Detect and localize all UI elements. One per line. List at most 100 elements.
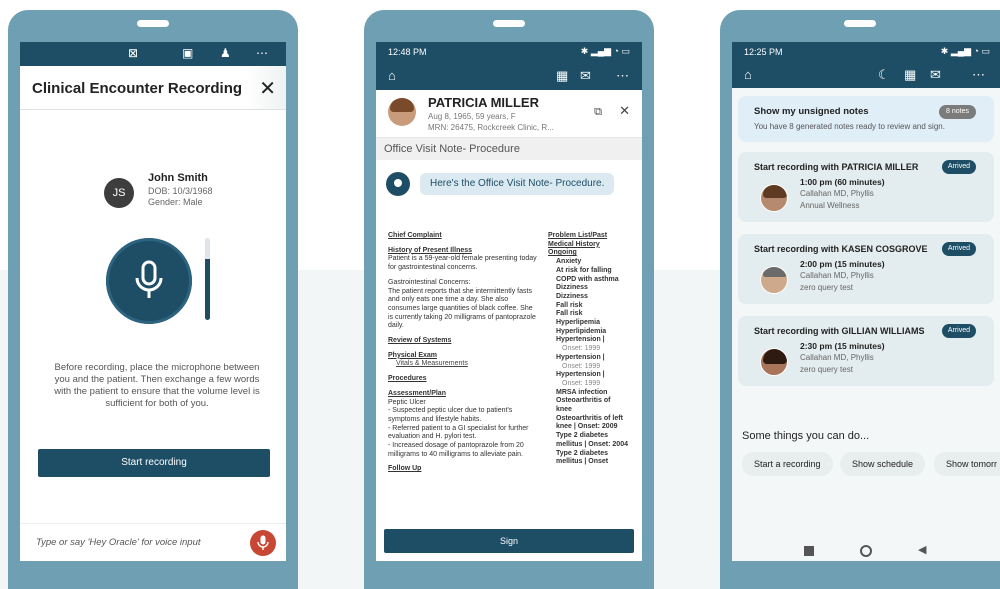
calendar-icon[interactable]: ▦ [556, 68, 568, 84]
copy-icon[interactable]: ⧉ [594, 106, 602, 119]
home-icon[interactable]: ⌂ [744, 67, 752, 82]
note-text: Type 2 diabetes mellitus | Onset [556, 449, 609, 466]
note-text: At risk for falling [556, 266, 612, 274]
status-time: 12:48 PM [388, 47, 427, 57]
voice-input-field[interactable]: Type or say 'Hey Oracle' for voice input [36, 537, 201, 548]
close-icon[interactable]: ✕ [619, 103, 630, 119]
note-heading: Assessment/Plan [388, 389, 446, 397]
note-screen: 12:48 PM ✱ ▂▄▆ ◔ ▭ ⌂ ▦ ✉ ⋯ PATRICIA MILL… [376, 42, 642, 561]
phone-speaker [844, 20, 876, 27]
note-text: - Increased dosage of pantoprazole from … [388, 442, 524, 458]
note-title: Office Visit Note- Procedure [376, 138, 642, 160]
note-text: The patient reports that she intermitten… [388, 287, 536, 330]
unsigned-notes-card[interactable]: Show my unsigned notes 8 notes You have … [738, 96, 994, 142]
appointment-card[interactable]: Start recording with PATRICIA MILLER Arr… [738, 152, 994, 222]
app-nav: ⌂ ☾ ▦ ✉ ⋯ [732, 62, 1000, 88]
note-text: MRSA infection [556, 388, 608, 396]
notification-bell-icon[interactable]: ♟ [220, 46, 231, 60]
phone-speaker [137, 20, 169, 27]
patient-mrn: MRN: 26475, Rockcreek Clinic, R... [428, 123, 554, 132]
recording-header: Clinical Encounter Recording ✕ [20, 66, 286, 110]
home-icon[interactable]: ⌂ [388, 68, 396, 83]
close-icon[interactable]: ✕ [259, 76, 276, 101]
note-text: Osteoarthritis of left knee | Onset: 200… [556, 414, 623, 431]
patient-name: PATRICIA MILLER [428, 95, 539, 110]
appointment-time: 2:00 pm (15 minutes) [800, 259, 885, 269]
appointment-type: zero query test [800, 365, 853, 374]
chip-show-tomorrow[interactable]: Show tomorr [934, 452, 1000, 476]
more-menu-icon[interactable]: ⋯ [256, 46, 268, 60]
note-text: Onset: 1999 [562, 379, 601, 387]
note-left-column: Chief Complaint History of Present Illnes… [388, 232, 538, 474]
appointment-type: Annual Wellness [800, 201, 860, 210]
chip-show-schedule[interactable]: Show schedule [840, 452, 926, 476]
status-badge: 8 notes [939, 105, 976, 119]
note-text: Dizziness [556, 292, 588, 300]
patient-photo [760, 266, 788, 294]
appointment-provider: Callahan MD, Phyllis [800, 271, 874, 280]
phone-speaker [493, 20, 525, 27]
microphone-icon [135, 260, 163, 298]
note-text: Osteoarthritis of knee [556, 397, 611, 414]
note-link[interactable]: Vitals & Measurements [388, 360, 538, 369]
start-recording-button[interactable]: Start recording [38, 449, 270, 477]
appointment-type: zero query test [800, 283, 853, 292]
more-menu-icon[interactable]: ⋯ [616, 68, 629, 84]
note-text: Peptic Ulcer [388, 398, 426, 406]
more-menu-icon[interactable]: ⋯ [972, 67, 985, 83]
voice-mic-button[interactable] [250, 530, 276, 556]
patient-header: PATRICIA MILLER Aug 8, 1965, 59 years, F… [376, 90, 642, 138]
note-text: Onset: 1999 [562, 362, 601, 370]
status-bar: 12:48 PM ✱ ▂▄▆ ◔ ▭ [376, 42, 642, 62]
mail-icon[interactable]: ✉ [580, 68, 591, 84]
chat-icon[interactable]: ▣ [182, 46, 193, 60]
appointment-card[interactable]: Start recording with KASEN COSGROVE Arri… [738, 234, 994, 304]
note-heading: Follow Up [388, 465, 422, 473]
microphone-icon [257, 535, 269, 550]
recents-icon[interactable] [804, 546, 814, 556]
appointment-title: Start recording with KASEN COSGROVE [754, 244, 928, 254]
assistant-message: Here's the Office Visit Note- Procedure. [376, 160, 642, 208]
chip-start-recording[interactable]: Start a recording [742, 452, 833, 476]
avatar: JS [104, 178, 134, 208]
microphone-button[interactable] [106, 238, 192, 324]
recording-screen: ⊠ ▣ ♟ ⋯ Clinical Encounter Recording ✕ J… [20, 42, 286, 561]
suggestions-title: Some things you can do... [742, 430, 870, 442]
video-off-icon[interactable]: ⊠ [128, 46, 138, 60]
status-badge: Arrived [941, 324, 976, 338]
status-bar: 12:25 PM ✱ ▂▄▆ ◔ ▭ [732, 42, 1000, 62]
phone-recording: ⊠ ▣ ♟ ⋯ Clinical Encounter Recording ✕ J… [8, 10, 298, 589]
status-badge: Arrived [941, 242, 976, 256]
page-title: Clinical Encounter Recording [32, 80, 243, 97]
note-text: Fall risk [556, 301, 583, 309]
note-text: Anxiety [556, 258, 582, 266]
note-text: COPD with asthma [556, 275, 619, 283]
note-heading: Problem List/Past Medical History [548, 232, 608, 248]
status-time: 12:25 PM [744, 47, 783, 57]
note-text: Fall risk [556, 310, 583, 318]
calendar-icon[interactable]: ▦ [904, 67, 916, 83]
recording-instructions: Before recording, place the microphone b… [54, 362, 260, 409]
sign-button[interactable]: Sign [384, 529, 634, 553]
unsigned-title: Show my unsigned notes [754, 106, 869, 117]
home-nav-icon[interactable] [860, 545, 872, 557]
mail-icon[interactable]: ✉ [930, 67, 941, 83]
patient-demographics: Aug 8, 1965, 59 years, F [428, 112, 516, 121]
note-heading: Physical Exam [388, 351, 438, 359]
note-heading: Chief Complaint [388, 232, 442, 239]
patient-photo [760, 348, 788, 376]
appointment-time: 2:30 pm (15 minutes) [800, 341, 885, 351]
moon-icon[interactable]: ☾ [878, 67, 890, 83]
note-text: Patient is a 59-year-old female presenti… [388, 255, 537, 272]
note-text: Onset: 1999 [562, 345, 601, 353]
back-icon[interactable]: ◀ [918, 543, 926, 556]
patient-photo [388, 98, 416, 126]
appointment-provider: Callahan MD, Phyllis [800, 353, 874, 362]
note-text: Type 2 diabetes mellitus | Onset: 2004 [556, 432, 628, 448]
volume-meter [205, 238, 210, 320]
note-heading: Review of Systems [388, 337, 452, 345]
status-badge: Arrived [941, 160, 976, 174]
note-text: Gastrointestinal Concerns: [388, 278, 471, 286]
note-text: Dizziness [556, 284, 588, 292]
appointment-card[interactable]: Start recording with GILLIAN WILLIAMS Ar… [738, 316, 994, 386]
